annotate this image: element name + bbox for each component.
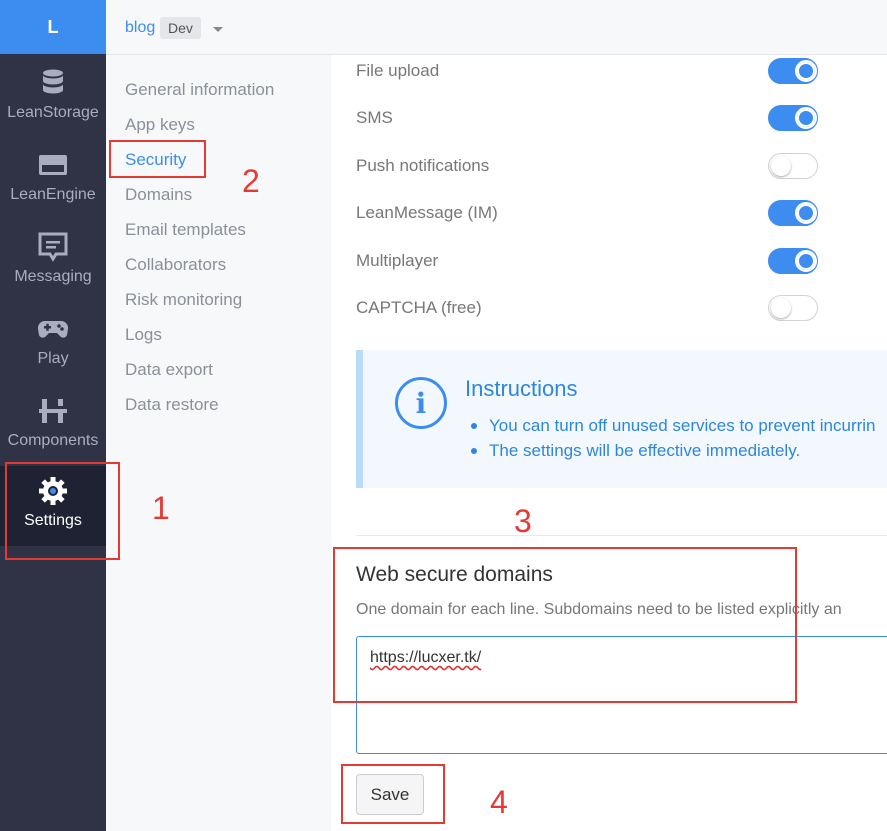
subnav-item-data-export[interactable]: Data export — [125, 360, 213, 380]
instruction-item: You can turn off unused services to prev… — [471, 413, 876, 438]
main-content: File upload SMS Push notifications LeanM… — [331, 55, 887, 831]
toggle-knob — [771, 298, 791, 318]
annotation-box-save — [341, 764, 445, 824]
annotation-number-2: 2 — [242, 163, 260, 199]
env-badge: Dev — [160, 17, 201, 39]
sidebar-item-label: LeanEngine — [10, 186, 96, 203]
leanmessage-toggle[interactable] — [768, 200, 818, 226]
service-row-sms: SMS — [356, 104, 887, 134]
service-label: CAPTCHA (free) — [356, 298, 482, 317]
chevron-down-icon[interactable] — [213, 27, 223, 32]
file-upload-toggle[interactable] — [768, 58, 818, 84]
sidebar-item-play[interactable]: Play — [0, 304, 106, 386]
sidebar-item-leanengine[interactable]: LeanEngine — [0, 140, 106, 222]
app-name-link[interactable]: blog — [125, 19, 155, 37]
sliders-icon — [36, 394, 70, 428]
info-icon: i — [395, 377, 447, 429]
service-label: Push notifications — [356, 156, 490, 175]
subnav-item-general[interactable]: General information — [125, 80, 274, 100]
toggle-knob — [795, 250, 817, 272]
sidebar-item-label: Play — [37, 350, 69, 367]
subnav-item-app-keys[interactable]: App keys — [125, 115, 195, 135]
server-icon — [36, 148, 70, 182]
database-icon — [36, 66, 70, 100]
instructions-list: You can turn off unused services to prev… — [471, 413, 876, 463]
subnav-item-data-restore[interactable]: Data restore — [125, 395, 219, 415]
push-notifications-toggle[interactable] — [768, 153, 818, 179]
sidebar-item-leanstorage[interactable]: LeanStorage — [0, 58, 106, 140]
service-row-push: Push notifications — [356, 152, 887, 182]
annotation-number-3: 3 — [514, 503, 532, 539]
annotation-box-domains — [333, 547, 797, 703]
instructions-box: i Instructions You can turn off unused s… — [356, 350, 887, 488]
subnav-item-collaborators[interactable]: Collaborators — [125, 255, 226, 275]
service-row-file-upload: File upload — [356, 57, 887, 87]
app-logo[interactable]: L — [0, 0, 106, 54]
service-label: File upload — [356, 61, 440, 80]
annotation-box-security — [109, 140, 206, 178]
sms-toggle[interactable] — [768, 105, 818, 131]
instructions-title: Instructions — [465, 376, 578, 401]
multiplayer-toggle[interactable] — [768, 248, 818, 274]
main-sidebar: L LeanStorage LeanEngine Messaging Play … — [0, 0, 106, 831]
sidebar-item-label: Messaging — [14, 268, 92, 285]
top-bar: blog Dev — [106, 0, 887, 55]
subnav-item-logs[interactable]: Logs — [125, 325, 162, 345]
toggle-knob — [795, 60, 817, 82]
message-icon — [36, 230, 70, 264]
sidebar-item-messaging[interactable]: Messaging — [0, 222, 106, 304]
toggle-knob — [795, 202, 817, 224]
toggle-knob — [771, 156, 791, 176]
sidebar-item-components[interactable]: Components — [0, 386, 106, 468]
section-divider — [356, 535, 887, 536]
service-label: Multiplayer — [356, 251, 439, 270]
service-row-leanmessage: LeanMessage (IM) — [356, 199, 887, 229]
annotation-number-1: 1 — [152, 490, 170, 526]
service-row-captcha: CAPTCHA (free) — [356, 294, 887, 324]
service-row-multiplayer: Multiplayer — [356, 247, 887, 277]
toggle-knob — [795, 107, 817, 129]
subnav-item-email-templates[interactable]: Email templates — [125, 220, 246, 240]
sidebar-item-label: Components — [7, 432, 99, 449]
annotation-number-4: 4 — [490, 784, 508, 820]
service-label: LeanMessage (IM) — [356, 203, 498, 222]
subnav-item-domains[interactable]: Domains — [125, 185, 192, 205]
service-label: SMS — [356, 108, 393, 127]
annotation-box-settings — [5, 462, 120, 560]
sidebar-item-label: LeanStorage — [7, 104, 99, 121]
captcha-toggle[interactable] — [768, 295, 818, 321]
subnav-item-risk-monitoring[interactable]: Risk monitoring — [125, 290, 242, 310]
gamepad-icon — [36, 312, 70, 346]
instruction-item: The settings will be effective immediate… — [471, 438, 876, 463]
